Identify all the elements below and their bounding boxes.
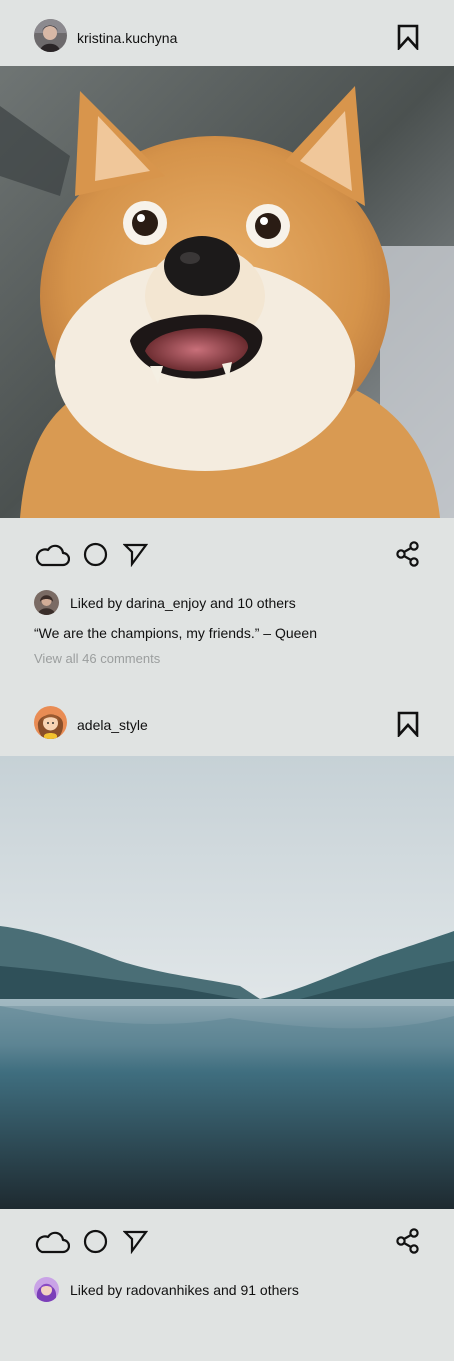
- username[interactable]: adela_style: [77, 716, 148, 734]
- user-avatar[interactable]: [34, 19, 67, 52]
- post-actions: [0, 1209, 454, 1281]
- send-icon[interactable]: [123, 1229, 148, 1254]
- send-icon[interactable]: [123, 542, 148, 567]
- post-image[interactable]: [0, 756, 454, 1209]
- share-icon[interactable]: [396, 1228, 420, 1254]
- user-avatar[interactable]: [34, 706, 67, 739]
- likes-row: Liked by darina_enjoy and 10 others: [0, 590, 454, 620]
- post-header: adela_style: [0, 705, 454, 773]
- likes-text[interactable]: Liked by radovanhikes and 91 others: [70, 1281, 299, 1299]
- username[interactable]: kristina.kuchyna: [77, 29, 177, 47]
- circle-icon[interactable]: [83, 542, 108, 567]
- likes-text[interactable]: Liked by darina_enjoy and 10 others: [70, 594, 296, 612]
- post-image[interactable]: [0, 66, 454, 518]
- view-comments-link[interactable]: View all 46 comments: [34, 650, 454, 705]
- bookmark-icon[interactable]: [397, 711, 419, 737]
- likes-row: Liked by radovanhikes and 91 others: [0, 1277, 454, 1307]
- bookmark-icon[interactable]: [397, 24, 419, 50]
- share-icon[interactable]: [396, 541, 420, 567]
- post: adela_style Liked by radovanhikes and 91…: [0, 705, 454, 1307]
- liker-avatar[interactable]: [34, 1277, 59, 1302]
- circle-icon[interactable]: [83, 1229, 108, 1254]
- post-actions: [0, 518, 454, 590]
- cloud-icon[interactable]: [34, 1230, 70, 1254]
- caption: “We are the champions, my friends.” – Qu…: [34, 625, 317, 641]
- cloud-icon[interactable]: [34, 543, 70, 567]
- post: kristina.kuchyna Liked by darina_enjoy a…: [0, 0, 454, 705]
- post-header: kristina.kuchyna: [0, 0, 454, 66]
- liker-avatar[interactable]: [34, 590, 59, 615]
